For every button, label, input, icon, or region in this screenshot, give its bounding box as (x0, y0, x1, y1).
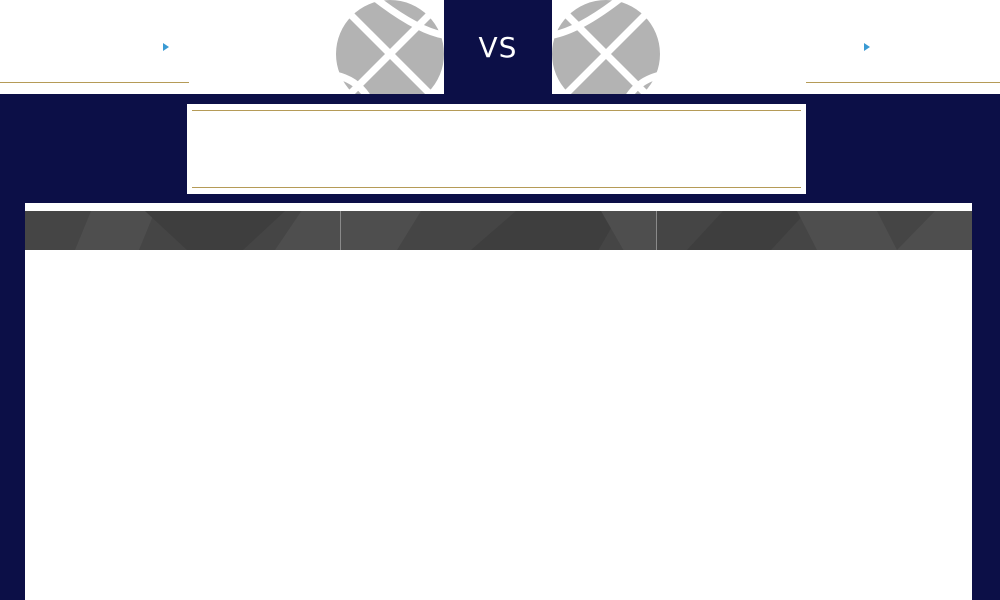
tab-3[interactable] (656, 211, 972, 250)
divider (192, 187, 801, 188)
divider (192, 110, 801, 111)
game-info-box (187, 104, 806, 194)
tab-2[interactable] (340, 211, 656, 250)
matchup-header: VS (0, 0, 1000, 94)
play-arrow-icon[interactable] (864, 43, 870, 51)
tab-bar (25, 211, 972, 250)
content-panel (25, 203, 972, 600)
play-arrow-icon[interactable] (163, 43, 169, 51)
basketball-icon (552, 0, 660, 94)
tab-content (25, 250, 972, 600)
vs-label: VS (444, 0, 552, 94)
home-team-panel[interactable] (0, 0, 189, 83)
away-team-panel[interactable] (806, 0, 1000, 83)
basketball-icon (336, 0, 444, 94)
tab-1[interactable] (25, 211, 340, 250)
